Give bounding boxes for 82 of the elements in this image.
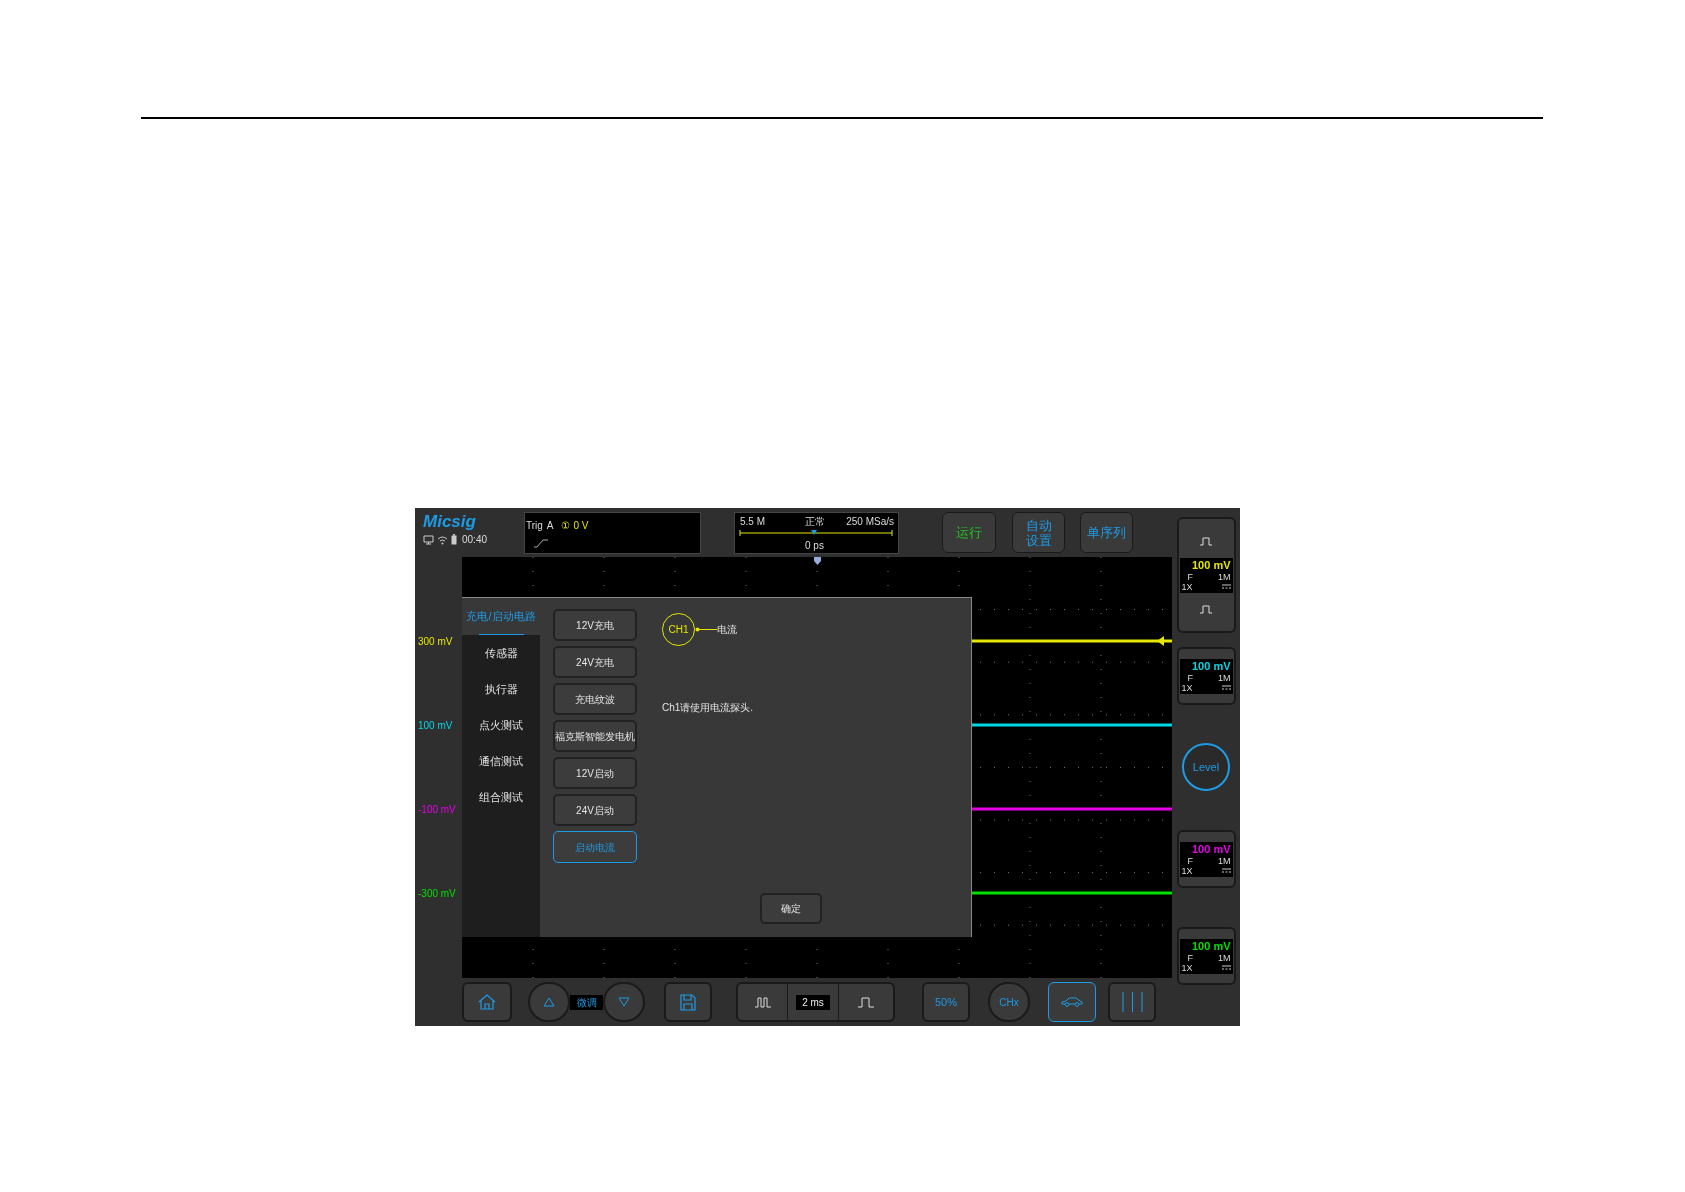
probe-ratio: 1X [1181, 581, 1193, 592]
save-icon [680, 993, 696, 1011]
channel-panel[interactable]: 100 mV F 1M 1X [1176, 927, 1236, 985]
trigger-channel: ① [560, 519, 570, 533]
probe-ratio: 1X [1181, 962, 1193, 973]
down-triangle-icon [618, 997, 630, 1007]
home-icon [478, 994, 496, 1010]
test-button[interactable]: 充电纹波 [553, 683, 637, 715]
trigger-label: Trig [526, 519, 543, 533]
channel-panel[interactable]: 100 mV F 1M 1X [1176, 647, 1236, 705]
trigger-position-marker [814, 557, 821, 565]
trigger-level-marker [1157, 636, 1166, 646]
toolbar-button[interactable]: 自动设置 [1012, 512, 1065, 553]
level-button[interactable]: Level [1182, 743, 1230, 791]
monitor-icon [423, 534, 434, 545]
probe-ratio: 1X [1181, 865, 1193, 876]
pulse-train-icon [754, 996, 771, 1008]
memory-depth: 5.5 M [740, 515, 765, 529]
vertical-lines-icon [1121, 992, 1143, 1012]
impedance-label: 1M [1218, 855, 1231, 866]
home-button[interactable] [462, 982, 512, 1022]
offset-label: -100 mV [418, 803, 456, 817]
coupling-label: F [1187, 571, 1193, 582]
cursor-button[interactable] [1108, 982, 1156, 1022]
acquire-mode: 正常 [805, 515, 825, 529]
probe-ratio: 1X [1181, 682, 1193, 693]
dc-coupling-icon [1221, 685, 1231, 690]
coupling-label: F [1187, 672, 1193, 683]
test-button[interactable]: 12V充电 [553, 609, 637, 641]
impedance-label: 1M [1218, 571, 1231, 582]
connector-line [695, 627, 717, 632]
pulse-icon [1200, 536, 1212, 546]
test-button[interactable]: 24V充电 [553, 646, 637, 678]
offset-label: -300 mV [418, 887, 456, 901]
impedance-label: 1M [1218, 952, 1231, 963]
wifi-icon [437, 534, 448, 545]
instruction-text: Ch1请使用电流探头. [662, 701, 755, 715]
down-button[interactable] [603, 982, 645, 1022]
test-button[interactable]: 24V启动 [553, 794, 637, 826]
trigger-level: 0 V [573, 519, 589, 533]
car-icon [1061, 997, 1083, 1007]
offset-label: 300 mV [418, 635, 453, 649]
channel-scale: 100 mV [1190, 558, 1231, 572]
test-button[interactable]: 启动电流 [553, 831, 637, 863]
up-triangle-icon [543, 997, 555, 1007]
up-button[interactable] [528, 982, 570, 1022]
coupling-label: F [1187, 855, 1193, 866]
dc-coupling-icon [1221, 868, 1231, 873]
timebase-panel[interactable]: 5.5 M 正常 250 MSa/s 0 ps [734, 512, 899, 554]
test-button[interactable]: 12V启动 [553, 757, 637, 789]
confirm-button[interactable]: 确定 [760, 893, 822, 924]
channel-scale: 100 mV [1190, 939, 1231, 953]
category-tab[interactable]: 充电/启动电路 [462, 598, 540, 635]
timebase-value: 2 ms [796, 994, 830, 1010]
logo: Micsig [423, 513, 477, 531]
offset-label: 100 mV [418, 719, 453, 733]
save-button[interactable] [664, 982, 712, 1022]
pulse-icon [858, 996, 874, 1008]
trigger-panel[interactable]: Trig A ① 0 V [524, 512, 701, 554]
car-mode-button[interactable] [1048, 982, 1096, 1022]
channel-select-button[interactable]: CHx [988, 982, 1030, 1022]
trigger-source: A [546, 519, 554, 533]
rising-edge-icon [534, 539, 548, 548]
toolbar-button[interactable]: 单序列 [1080, 512, 1133, 553]
pulse-icon [1200, 604, 1212, 614]
test-button[interactable]: 福克斯智能发电机 [553, 720, 637, 752]
dc-coupling-icon [1221, 965, 1231, 970]
channel-scale: 100 mV [1190, 842, 1231, 856]
trigger-position: 0 ps [805, 539, 824, 553]
toolbar-button[interactable]: 运行 [942, 512, 996, 553]
probe-label: 电流 [717, 623, 737, 637]
coupling-label: F [1187, 952, 1193, 963]
dc-coupling-icon [1221, 584, 1231, 589]
channel-panel[interactable]: 100 mV F 1M 1X [1176, 517, 1236, 633]
sample-rate: 250 MSa/s [846, 515, 894, 529]
fine-tune-label: 微调 [570, 994, 603, 1010]
channel-scale: 100 mV [1190, 659, 1231, 673]
channel-panel[interactable]: 100 mV F 1M 1X [1176, 830, 1236, 888]
trigger-50-button[interactable]: 50% [922, 982, 970, 1022]
clock-time: 00:40 [462, 533, 488, 547]
battery-icon [451, 534, 457, 545]
impedance-label: 1M [1218, 672, 1231, 683]
